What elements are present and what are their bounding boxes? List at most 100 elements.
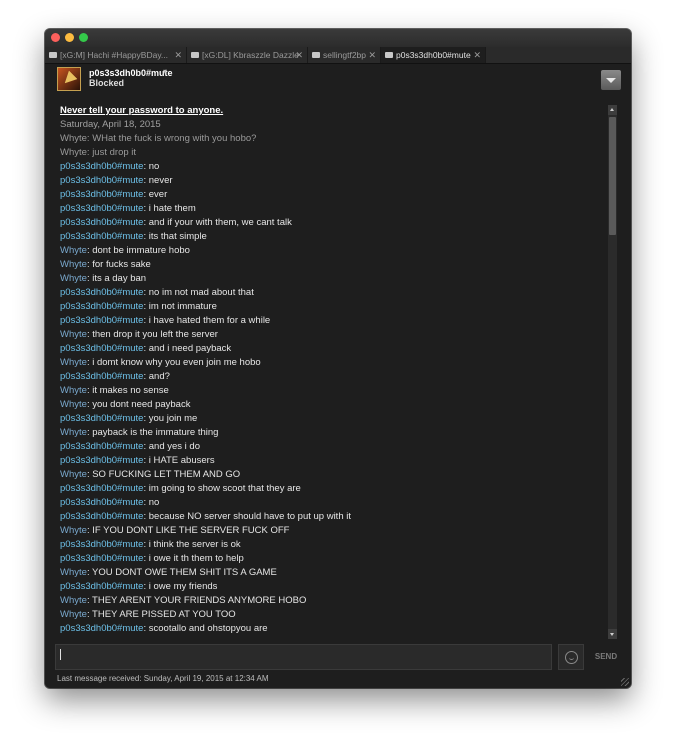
chat-message: Whyte: its a day ban (60, 272, 605, 286)
message-text: : i have hated them for a while (143, 315, 271, 326)
chat-options-button[interactable] (601, 70, 621, 90)
message-sender[interactable]: p0s3s3dh0b0#mute (60, 511, 143, 522)
message-sender[interactable]: p0s3s3dh0b0#mute (60, 413, 143, 424)
message-text: : YOU DONT OWE THEM SHIT ITS A GAME (86, 567, 277, 578)
message-text: : it makes no sense (86, 385, 169, 396)
chat-message: p0s3s3dh0b0#mute: i HATE abusers (60, 454, 605, 468)
message-text: : im going to show scoot that they are (143, 483, 301, 494)
message-text: : im not immature (143, 301, 217, 312)
message-sender[interactable]: p0s3s3dh0b0#mute (60, 497, 143, 508)
close-icon[interactable]: ✕ (174, 47, 182, 63)
smiley-icon[interactable] (558, 644, 584, 670)
message-text: : you join me (143, 413, 198, 424)
tab-label: [xG:DL] Kbraszzle Dazzle (202, 50, 299, 60)
chat-message: Whyte: you dont need payback (60, 398, 605, 412)
message-sender[interactable]: Whyte (60, 259, 87, 270)
chat-message: p0s3s3dh0b0#mute: i owe it th them to he… (60, 552, 605, 566)
scroll-down-arrow-icon[interactable] (608, 629, 617, 639)
chat-message: p0s3s3dh0b0#mute: im not immature (60, 300, 605, 314)
message-sender[interactable]: Whyte (60, 427, 87, 438)
send-button[interactable]: SEND (589, 644, 623, 670)
status-bar: Last message received: Sunday, April 19,… (45, 671, 631, 688)
message-text: : dont be immature hobo (86, 245, 190, 256)
message-text: : IF YOU DONT LIKE THE SERVER FUCK OFF (86, 525, 290, 536)
chat-message: p0s3s3dh0b0#mute: i owe my friends (60, 580, 605, 594)
chat-window: [xG:M] Hachi #HappyBDay... ✕ [xG:DL] Kbr… (45, 29, 631, 688)
message-sender[interactable]: p0s3s3dh0b0#mute (60, 343, 143, 354)
message-sender[interactable]: p0s3s3dh0b0#mute (60, 553, 143, 564)
message-sender[interactable]: p0s3s3dh0b0#mute (60, 581, 143, 592)
message-sender[interactable]: p0s3s3dh0b0#mute (60, 287, 143, 298)
chat-message: p0s3s3dh0b0#mute: i think the server is … (60, 538, 605, 552)
message-sender[interactable]: Whyte (60, 609, 87, 620)
message-sender[interactable]: p0s3s3dh0b0#mute (60, 175, 143, 186)
chat-message: Whyte: it makes no sense (60, 384, 605, 398)
message-sender[interactable]: p0s3s3dh0b0#mute (60, 371, 143, 382)
password-warning: Never tell your password to anyone. (60, 105, 224, 116)
message-text: : i think the server is ok (143, 539, 241, 550)
tab-sellingtf2bp[interactable]: sellingtf2bp ✕ (308, 47, 381, 63)
message-text: : THEY ARENT YOUR FRIENDS ANYMORE HOBO (86, 595, 307, 606)
message-sender[interactable]: Whyte (60, 273, 87, 284)
message-sender[interactable]: p0s3s3dh0b0#mute (60, 315, 143, 326)
contact-name[interactable]: p0s3s3dh0b0#mute (89, 68, 173, 78)
message-sender[interactable]: p0s3s3dh0b0#mute (60, 203, 143, 214)
message-sender[interactable]: Whyte (60, 567, 87, 578)
close-icon[interactable]: ✕ (368, 47, 376, 63)
message-sender[interactable]: p0s3s3dh0b0#mute (60, 231, 143, 242)
chat-message: Whyte: then drop it you left the server (60, 328, 605, 342)
tab-p0s3s3dh0b0[interactable]: p0s3s3dh0b0#mute ✕ (381, 47, 486, 63)
message-sender[interactable]: p0s3s3dh0b0#mute (60, 301, 143, 312)
close-icon[interactable]: ✕ (295, 47, 303, 63)
chat-log: Never tell your password to anyone. Satu… (60, 104, 605, 636)
resize-grip-icon[interactable] (621, 678, 629, 686)
avatar[interactable] (57, 67, 81, 91)
message-sender[interactable]: Whyte (60, 385, 87, 396)
chat-message: p0s3s3dh0b0#mute: because NO server shou… (60, 510, 605, 524)
message-text: : ever (143, 189, 168, 200)
chat-message: Whyte: payback is the immature thing (60, 426, 605, 440)
message-sender[interactable]: p0s3s3dh0b0#mute (60, 483, 143, 494)
message-sender[interactable]: Whyte (60, 329, 87, 340)
chat-message: p0s3s3dh0b0#mute: no im not mad about th… (60, 286, 605, 300)
close-window-button[interactable] (51, 33, 60, 42)
message-sender[interactable]: p0s3s3dh0b0#mute (60, 441, 143, 452)
message-sender[interactable]: p0s3s3dh0b0#mute (60, 455, 143, 466)
chat-bubble-icon (385, 51, 393, 58)
date-separator: Saturday, April 18, 2015 (60, 119, 161, 130)
tab-kbraszzle[interactable]: [xG:DL] Kbraszzle Dazzle ✕ (187, 47, 308, 63)
message-sender[interactable]: p0s3s3dh0b0#mute (60, 217, 143, 228)
message-sender[interactable]: Whyte (60, 399, 87, 410)
message-sender[interactable]: Whyte (60, 469, 87, 480)
message-text: : SO FUCKING LET THEM AND GO (86, 469, 241, 480)
scroll-up-arrow-icon[interactable] (608, 105, 617, 115)
minimize-window-button[interactable] (65, 33, 74, 42)
message-sender[interactable]: Whyte (60, 357, 87, 368)
last-message-received: Last message received: Sunday, April 19,… (57, 674, 269, 683)
zoom-window-button[interactable] (79, 33, 88, 42)
scrollbar-thumb[interactable] (609, 117, 616, 235)
scrollbar[interactable] (608, 105, 617, 639)
chevron-down-icon[interactable]: ▾ (163, 67, 167, 76)
history-message: Whyte: just drop it (60, 147, 137, 158)
tab-hachi[interactable]: [xG:M] Hachi #HappyBDay... ✕ (45, 47, 187, 63)
chat-message: Whyte: dont be immature hobo (60, 244, 605, 258)
message-text: : i owe it th them to help (143, 553, 244, 564)
message-sender[interactable]: p0s3s3dh0b0#mute (60, 539, 143, 550)
message-text: : its that simple (143, 231, 207, 242)
message-input[interactable] (55, 644, 552, 670)
message-sender[interactable]: p0s3s3dh0b0#mute (60, 623, 143, 634)
chat-message: Whyte: THEY ARENT YOUR FRIENDS ANYMORE H… (60, 594, 605, 608)
message-sender[interactable]: p0s3s3dh0b0#mute (60, 161, 143, 172)
chat-message: p0s3s3dh0b0#mute: im going to show scoot… (60, 482, 605, 496)
message-text: : i hate them (143, 203, 196, 214)
message-sender[interactable]: Whyte (60, 595, 87, 606)
history-message: Whyte: WHat the fuck is wrong with you h… (60, 133, 257, 144)
message-sender[interactable]: Whyte (60, 245, 87, 256)
close-icon[interactable]: ✕ (473, 47, 481, 63)
tab-label: [xG:M] Hachi #HappyBDay... (60, 50, 169, 60)
message-text: : i owe my friends (143, 581, 218, 592)
message-sender[interactable]: Whyte (60, 525, 87, 536)
title-bar[interactable] (45, 29, 631, 47)
message-sender[interactable]: p0s3s3dh0b0#mute (60, 189, 143, 200)
